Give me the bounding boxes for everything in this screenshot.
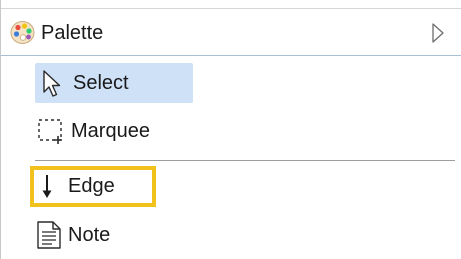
- tool-edge-label: Edge: [68, 175, 115, 197]
- marquee-icon: [38, 119, 62, 144]
- arrow-cursor-icon: [43, 70, 61, 97]
- palette-panel: Palette Select Marquee Edge Note: [0, 0, 461, 259]
- tool-edge[interactable]: Edge: [30, 166, 156, 207]
- note-icon: [37, 221, 61, 249]
- tool-select-label: Select: [73, 72, 129, 94]
- tool-note-label: Note: [68, 224, 111, 246]
- tool-marquee-label: Marquee: [71, 120, 150, 142]
- down-arrow-icon: [42, 175, 52, 198]
- tool-select[interactable]: Select: [35, 63, 193, 103]
- tool-marquee[interactable]: Marquee: [35, 110, 205, 150]
- separator: [35, 160, 455, 161]
- palette-header[interactable]: Palette: [1, 8, 461, 56]
- tool-note[interactable]: Note: [35, 215, 155, 255]
- triangle-right-icon[interactable]: [431, 22, 445, 44]
- palette-icon: [10, 21, 35, 44]
- palette-title: Palette: [41, 22, 104, 44]
